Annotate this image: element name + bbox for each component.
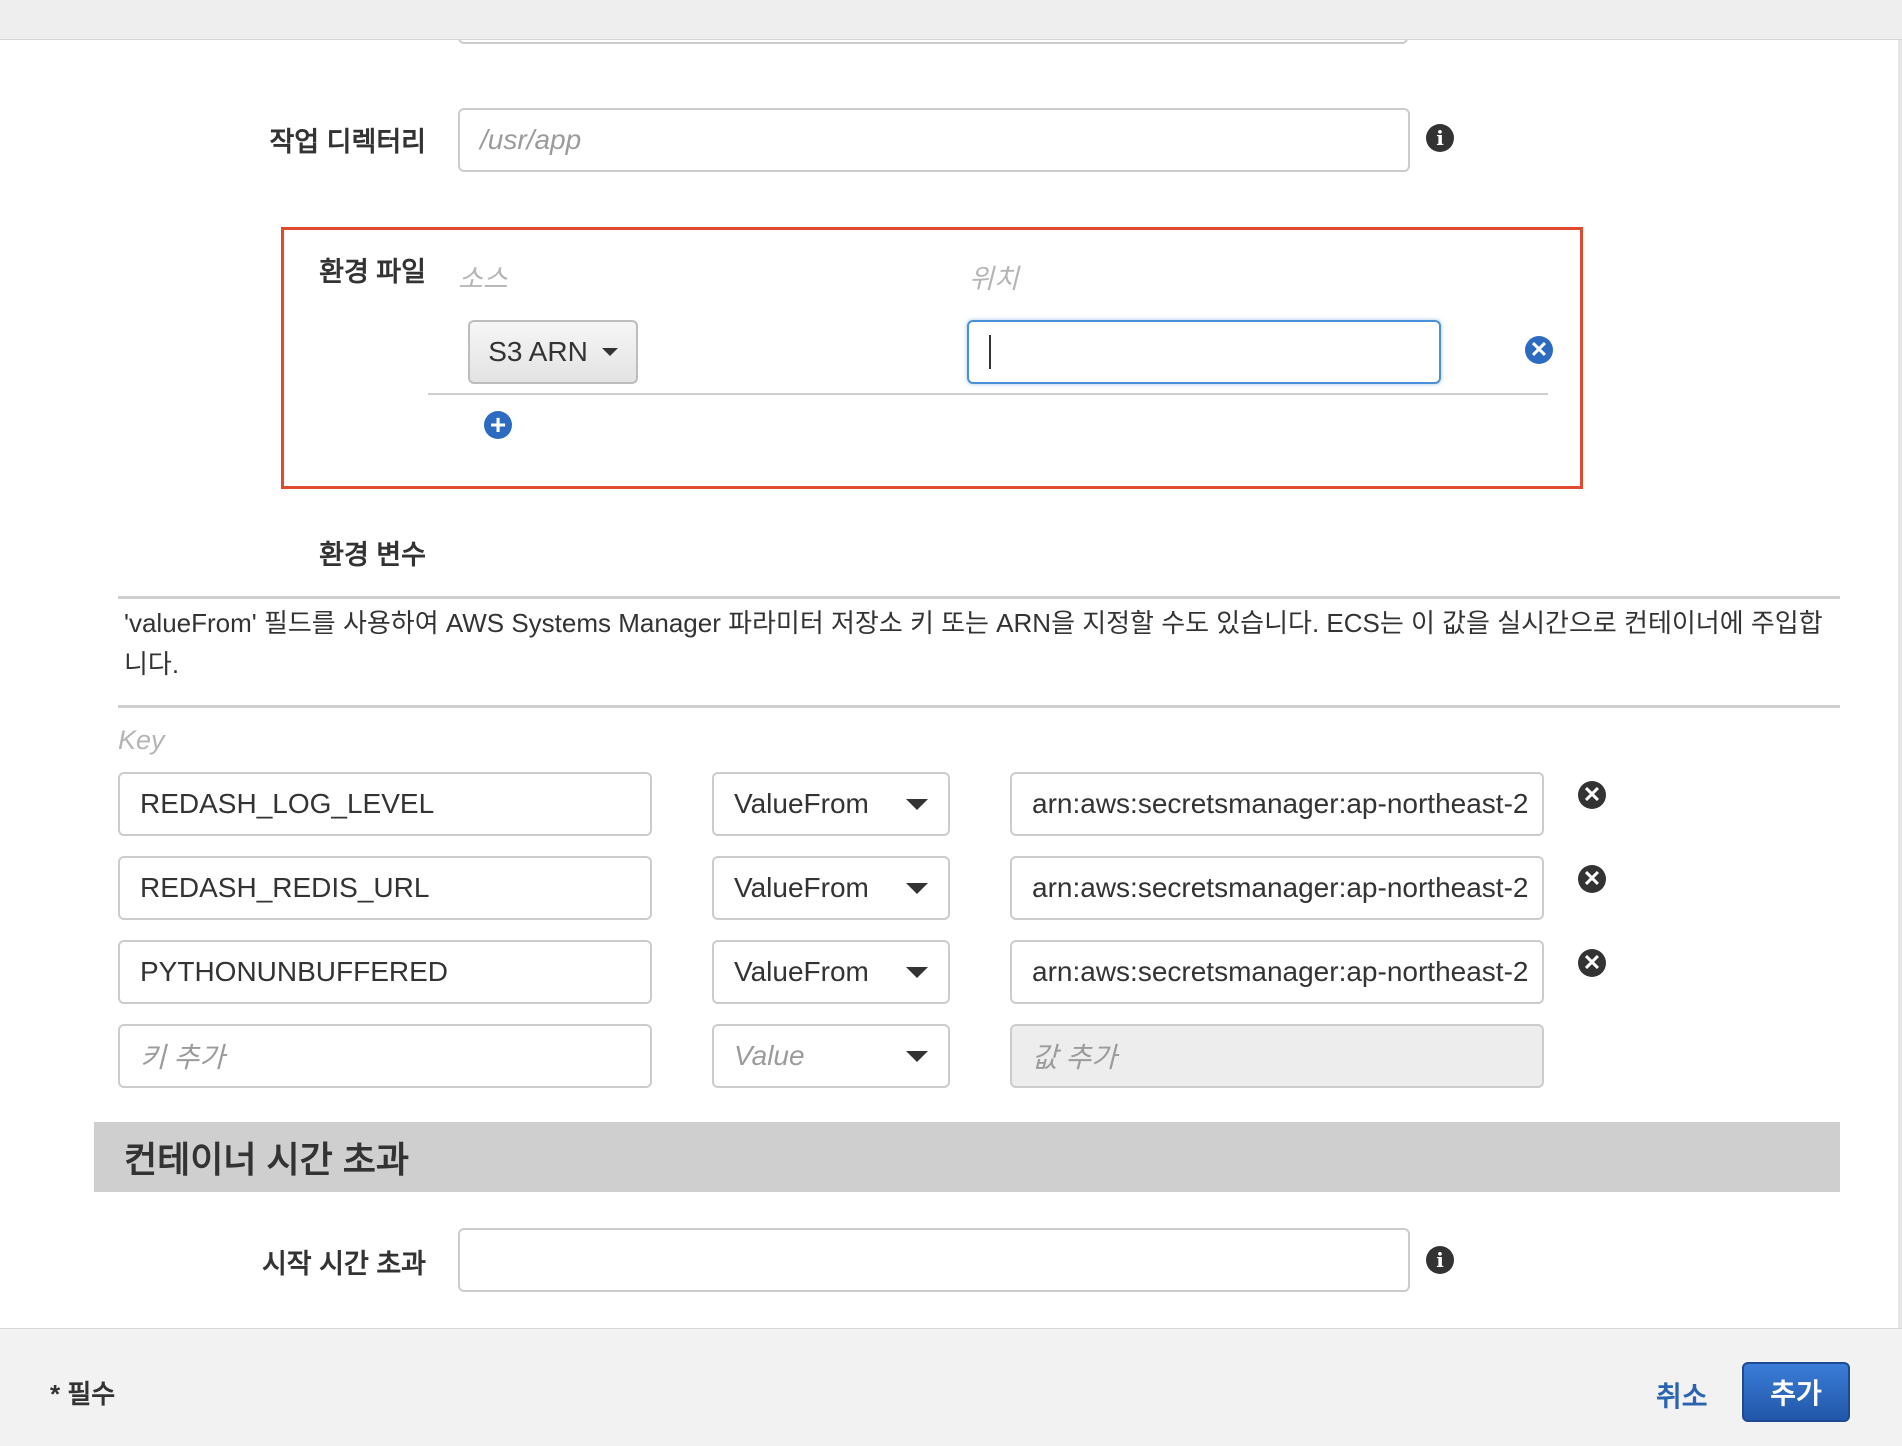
env-var-type-text: ValueFrom — [734, 872, 869, 903]
caret-down-icon — [906, 966, 928, 978]
working-dir-input[interactable]: /usr/app — [458, 108, 1410, 172]
new-type-text: Value — [734, 1040, 805, 1071]
source-type-label: S3 ARN — [488, 336, 588, 367]
env-vars-label: 환경 변수 — [319, 540, 426, 570]
cancel-button[interactable]: 취소 — [1656, 1375, 1708, 1415]
new-env-var-value-input[interactable]: 값 추가 — [1010, 1024, 1544, 1088]
modal-top-band — [0, 0, 1902, 40]
env-var-key-input[interactable]: REDASH_REDIS_URL — [118, 856, 652, 920]
start-timeout-input[interactable] — [458, 1228, 1410, 1292]
env-var-key-text: REDASH_LOG_LEVEL — [140, 788, 435, 819]
new-key-placeholder: 키 추가 — [140, 1042, 226, 1073]
caret-down-icon — [906, 882, 928, 894]
remove-env-var-icon[interactable]: ✕ — [1578, 949, 1606, 977]
env-var-key-input[interactable]: REDASH_LOG_LEVEL — [118, 772, 652, 836]
remove-env-file-icon[interactable]: ✕ — [1525, 336, 1553, 364]
env-var-type-select[interactable]: ValueFrom — [712, 772, 950, 836]
env-var-type-select[interactable]: ValueFrom — [712, 856, 950, 920]
required-note: * 필수 — [50, 1379, 116, 1409]
caret-down-icon — [906, 1050, 928, 1062]
scrollbar-track[interactable] — [1898, 40, 1902, 1328]
env-var-type-text: ValueFrom — [734, 956, 869, 987]
env-files-location-header: 위치 — [969, 264, 1019, 294]
text-cursor — [989, 335, 991, 369]
remove-env-var-icon[interactable]: ✕ — [1578, 865, 1606, 893]
env-vars-note: 'valueFrom' 필드를 사용하여 AWS Systems Manager… — [124, 608, 1823, 679]
section-title: 컨테이너 시간 초과 — [124, 1139, 409, 1180]
env-files-source-header: 소스 — [458, 264, 508, 294]
caret-down-icon — [906, 798, 928, 810]
modal-body[interactable]: 작업 디렉터리 /usr/app i 환경 파일 소스 위치 S3 ARN ✕ … — [0, 40, 1902, 1328]
env-var-value-input[interactable]: arn:aws:secretsmanager:ap-northeast-2 — [1010, 940, 1544, 1004]
env-var-value-text: arn:aws:secretsmanager:ap-northeast-2 — [1032, 956, 1529, 987]
previous-field-edge — [458, 40, 1408, 44]
env-vars-top-rule — [118, 596, 1840, 599]
add-button[interactable]: 추가 — [1742, 1362, 1850, 1422]
env-vars-key-header: Key — [118, 725, 165, 755]
env-files-divider — [428, 393, 1548, 395]
env-var-type-text: ValueFrom — [734, 788, 869, 819]
section-container-timeout: 컨테이너 시간 초과 — [94, 1122, 1840, 1192]
env-files-label: 환경 파일 — [319, 257, 426, 287]
env-var-value-text: arn:aws:secretsmanager:ap-northeast-2 — [1032, 872, 1529, 903]
env-vars-bottom-rule — [118, 705, 1840, 708]
env-file-location-input[interactable] — [967, 320, 1441, 384]
new-value-placeholder: 값 추가 — [1032, 1042, 1118, 1073]
env-var-type-select[interactable]: ValueFrom — [712, 940, 950, 1004]
working-dir-placeholder: /usr/app — [480, 124, 582, 155]
start-timeout-label: 시작 시간 초과 — [261, 1249, 426, 1279]
modal-footer — [0, 1328, 1902, 1446]
new-env-var-key-input[interactable]: 키 추가 — [118, 1024, 652, 1088]
info-icon[interactable]: i — [1426, 124, 1454, 152]
env-var-value-input[interactable]: arn:aws:secretsmanager:ap-northeast-2 — [1010, 772, 1544, 836]
env-var-key-text: PYTHONUNBUFFERED — [140, 956, 449, 987]
env-var-value-text: arn:aws:secretsmanager:ap-northeast-2 — [1032, 788, 1529, 819]
working-dir-label: 작업 디렉터리 — [269, 127, 426, 157]
caret-down-icon — [601, 348, 618, 356]
source-type-dropdown[interactable]: S3 ARN — [468, 320, 638, 384]
add-env-file-icon[interactable]: + — [484, 409, 512, 440]
remove-env-var-icon[interactable]: ✕ — [1578, 781, 1606, 809]
env-var-value-input[interactable]: arn:aws:secretsmanager:ap-northeast-2 — [1010, 856, 1544, 920]
env-var-key-input[interactable]: PYTHONUNBUFFERED — [118, 940, 652, 1004]
env-var-key-text: REDASH_REDIS_URL — [140, 872, 430, 903]
info-icon[interactable]: i — [1426, 1246, 1454, 1274]
new-env-var-type-select[interactable]: Value — [712, 1024, 950, 1088]
